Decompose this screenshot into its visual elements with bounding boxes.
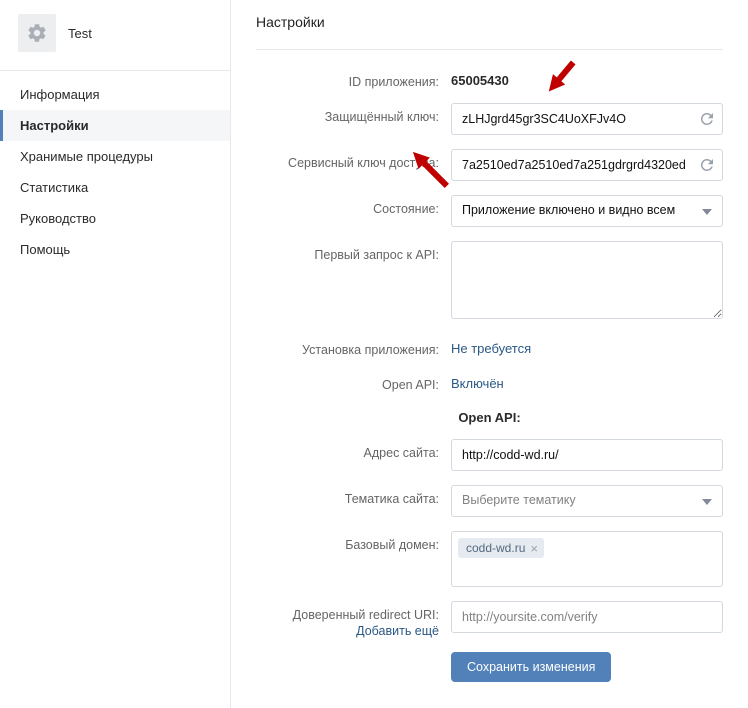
- sidebar-header: Test: [0, 0, 230, 71]
- sidebar-item-guide[interactable]: Руководство: [0, 203, 230, 234]
- label-secret-key: Защищённый ключ:: [256, 103, 451, 124]
- value-install[interactable]: Не требуется: [451, 336, 723, 356]
- label-state: Состояние:: [256, 195, 451, 216]
- refresh-icon[interactable]: [698, 110, 716, 128]
- sidebar-menu: Информация Настройки Хранимые процедуры …: [0, 79, 230, 265]
- page-title: Настройки: [256, 14, 723, 50]
- sidebar-item-help[interactable]: Помощь: [0, 234, 230, 265]
- sidebar-item-settings[interactable]: Настройки: [0, 110, 230, 141]
- chevron-down-icon: [702, 499, 712, 505]
- label-redirect: Доверенный redirect URI: Добавить ещё: [256, 601, 451, 638]
- chevron-down-icon: [702, 209, 712, 215]
- redirect-uri-input[interactable]: [451, 601, 723, 633]
- label-base-domain: Базовый домен:: [256, 531, 451, 552]
- save-button[interactable]: Сохранить изменения: [451, 652, 611, 682]
- label-app-id: ID приложения:: [256, 68, 451, 89]
- value-open-api[interactable]: Включён: [451, 371, 723, 391]
- tag-remove-icon[interactable]: ×: [530, 542, 538, 555]
- value-app-id: 65005430: [451, 68, 723, 88]
- label-site-url: Адрес сайта:: [256, 439, 451, 460]
- label-service-key: Сервисный ключ доступа:: [256, 149, 451, 170]
- state-select[interactable]: Приложение включено и видно всем: [451, 195, 723, 227]
- theme-select[interactable]: Выберите тематику: [451, 485, 723, 517]
- app-icon-box: [18, 14, 56, 52]
- main-content: Настройки ID приложения: 65005430 Защищё…: [231, 0, 748, 708]
- base-domain-field[interactable]: codd-wd.ru ×: [451, 531, 723, 587]
- first-api-textarea[interactable]: [451, 241, 723, 319]
- app-name: Test: [68, 26, 92, 41]
- site-url-input[interactable]: [451, 439, 723, 471]
- sidebar-item-statistics[interactable]: Статистика: [0, 172, 230, 203]
- sidebar-item-info[interactable]: Информация: [0, 79, 230, 110]
- open-api-heading: Open API:: [256, 410, 723, 425]
- refresh-icon[interactable]: [698, 156, 716, 174]
- label-first-api: Первый запрос к API:: [256, 241, 451, 262]
- label-theme: Тематика сайта:: [256, 485, 451, 506]
- domain-tag: codd-wd.ru ×: [458, 538, 544, 558]
- sidebar-item-stored-procedures[interactable]: Хранимые процедуры: [0, 141, 230, 172]
- gear-icon: [26, 22, 48, 44]
- sidebar: Test Информация Настройки Хранимые проце…: [0, 0, 231, 708]
- service-key-input[interactable]: [451, 149, 723, 181]
- label-open-api: Open API:: [256, 371, 451, 392]
- secret-key-input[interactable]: [451, 103, 723, 135]
- label-install: Установка приложения:: [256, 336, 451, 357]
- add-more-link[interactable]: Добавить ещё: [256, 624, 439, 638]
